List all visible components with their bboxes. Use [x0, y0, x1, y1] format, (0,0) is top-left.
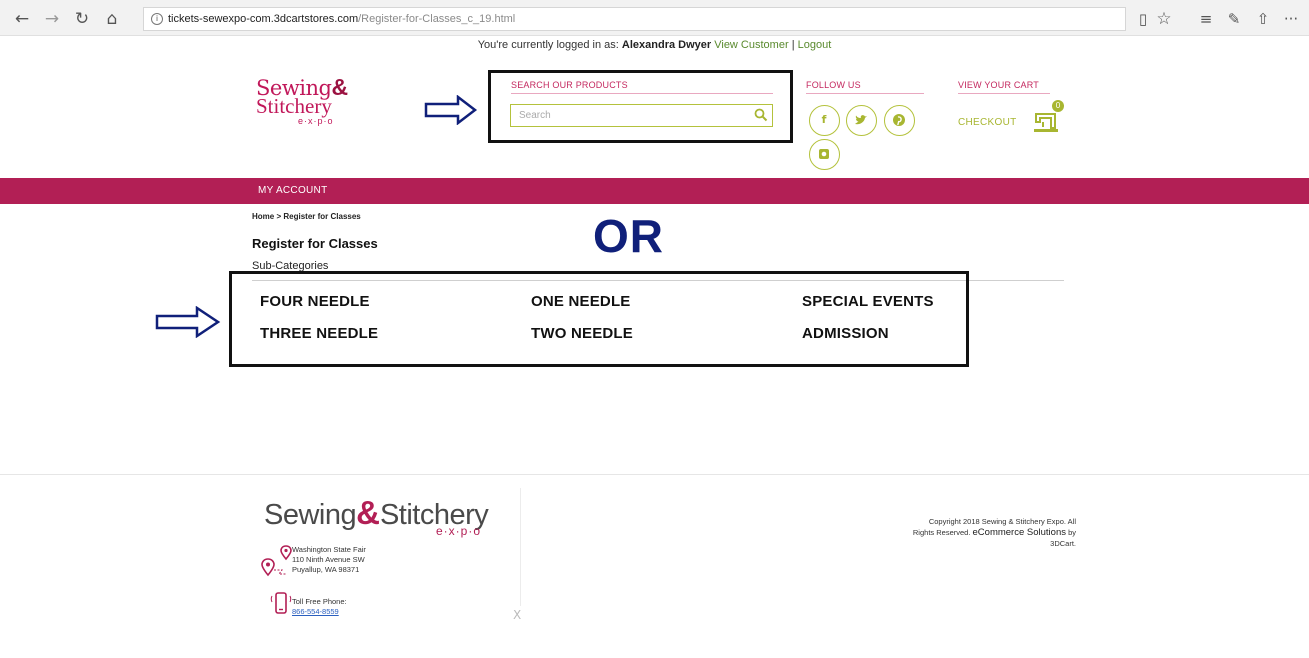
cart-label-rule	[958, 93, 1050, 94]
instagram-icon	[819, 149, 829, 159]
breadcrumb-current: Register for Classes	[283, 212, 361, 221]
annotation-arrow-right-icon	[424, 95, 478, 125]
login-user: Alexandra Dwyer	[621, 39, 712, 51]
footer-logo[interactable]: Sewing&Stitchery e·x·p·o	[264, 494, 489, 538]
url-path: /Register-for-Classes_c_19.html	[358, 13, 516, 25]
footer-logo-sewing: Sewing	[264, 499, 357, 531]
forward-arrow-icon[interactable]: →	[42, 9, 62, 29]
breadcrumb-separator: >	[276, 212, 282, 221]
main-nav-bar: MY ACCOUNT	[0, 178, 1309, 204]
site-logo[interactable]: Sewing& Stitchery e·x·p·o	[256, 74, 356, 134]
address-line: Washington State Fair	[292, 545, 366, 554]
favorite-star-icon[interactable]: ☆	[1154, 9, 1174, 29]
login-prefix: You're currently logged in as:	[477, 39, 619, 51]
footer-divider	[0, 474, 1309, 475]
category-annotation-box	[229, 271, 969, 367]
share-icon[interactable]: ⇧	[1253, 9, 1273, 29]
breadcrumb-home[interactable]: Home	[252, 212, 274, 221]
refresh-icon[interactable]: ↻	[72, 9, 92, 29]
annotation-or-text: OR	[593, 210, 664, 262]
logo-expo: e·x·p·o	[298, 116, 334, 126]
phone-number-link[interactable]: 866-554-8559	[292, 607, 339, 616]
view-customer-link[interactable]: View Customer	[714, 39, 788, 51]
twitter-button[interactable]	[846, 105, 877, 136]
notes-pen-icon[interactable]: ✎	[1224, 9, 1244, 29]
pinterest-icon	[893, 114, 905, 126]
logo-amp: &	[331, 74, 348, 100]
url-domain: tickets-sewexpo-com.3dcartstores.com	[168, 13, 359, 25]
back-arrow-icon[interactable]: ←	[12, 9, 32, 29]
home-icon[interactable]: ⌂	[102, 9, 122, 29]
category-four-needle[interactable]: FOUR NEEDLE	[260, 293, 370, 310]
search-input[interactable]	[510, 104, 773, 127]
page-title: Register for Classes	[252, 236, 378, 251]
footer-address: Washington State Fair 110 Ninth Avenue S…	[292, 545, 366, 575]
address-line: Puyallup, WA 98371	[292, 565, 360, 574]
close-icon[interactable]: X	[513, 608, 521, 622]
hub-icon[interactable]: ≡	[1196, 9, 1216, 29]
reading-view-icon[interactable]: ▯	[1133, 9, 1153, 29]
facebook-button[interactable]: f	[809, 105, 840, 136]
cart-count-badge: 0	[1052, 100, 1064, 112]
category-special-events[interactable]: SPECIAL EVENTS	[802, 293, 934, 310]
footer-logo-expo: e·x·p·o	[436, 524, 482, 538]
annotation-arrow-right-icon	[155, 306, 221, 338]
footer-copyright: Copyright 2018 Sewing & Stitchery Expo. …	[880, 516, 1076, 549]
login-separator: |	[791, 39, 795, 51]
copyright-rights: Rights Reserved.	[912, 528, 971, 537]
follow-label: FOLLOW US	[806, 80, 861, 90]
pinterest-button[interactable]	[884, 105, 915, 136]
info-icon[interactable]: i	[151, 13, 163, 25]
category-admission[interactable]: ADMISSION	[802, 325, 889, 342]
category-three-needle[interactable]: THREE NEEDLE	[260, 325, 378, 342]
more-icon[interactable]: ···	[1281, 9, 1301, 29]
my-account-menu[interactable]: MY ACCOUNT	[258, 185, 328, 196]
logout-link[interactable]: Logout	[798, 39, 832, 51]
follow-label-rule	[806, 93, 924, 94]
browser-toolbar: ← → ↻ ⌂ i tickets-sewexpo-com.3dcartstor…	[0, 0, 1309, 36]
copyright-by: by	[1068, 528, 1076, 537]
copyright-line: Copyright 2018 Sewing & Stitchery Expo. …	[928, 517, 1076, 526]
footer-vertical-divider	[520, 488, 521, 606]
login-status: You're currently logged in as: Alexandra…	[0, 39, 1309, 51]
facebook-icon: f	[821, 113, 827, 126]
phone-icon	[270, 592, 292, 614]
footer-logo-amp: &	[356, 494, 380, 531]
checkout-link[interactable]: CHECKOUT	[958, 117, 1017, 128]
category-one-needle[interactable]: ONE NEEDLE	[531, 293, 631, 310]
address-bar[interactable]: i tickets-sewexpo-com.3dcartstores.com/R…	[143, 7, 1126, 31]
phone-label: Toll Free Phone:	[292, 597, 347, 606]
location-pin-icon	[261, 545, 292, 577]
breadcrumb: Home > Register for Classes	[252, 212, 361, 221]
address-line: 110 Ninth Avenue SW	[292, 555, 365, 564]
copyright-line: Rights Reserved. eCommerce Solutions by	[880, 527, 1076, 538]
search-icon[interactable]	[754, 108, 768, 122]
search-label-rule	[511, 93, 773, 94]
twitter-icon	[855, 115, 867, 125]
threedcart-link[interactable]: 3DCart.	[880, 538, 1076, 549]
instagram-button[interactable]	[809, 139, 840, 170]
search-label: SEARCH OUR PRODUCTS	[511, 80, 628, 90]
cart-label: VIEW YOUR CART	[958, 80, 1039, 90]
ecommerce-solutions-link[interactable]: eCommerce Solutions	[973, 527, 1066, 538]
category-two-needle[interactable]: TWO NEEDLE	[531, 325, 633, 342]
